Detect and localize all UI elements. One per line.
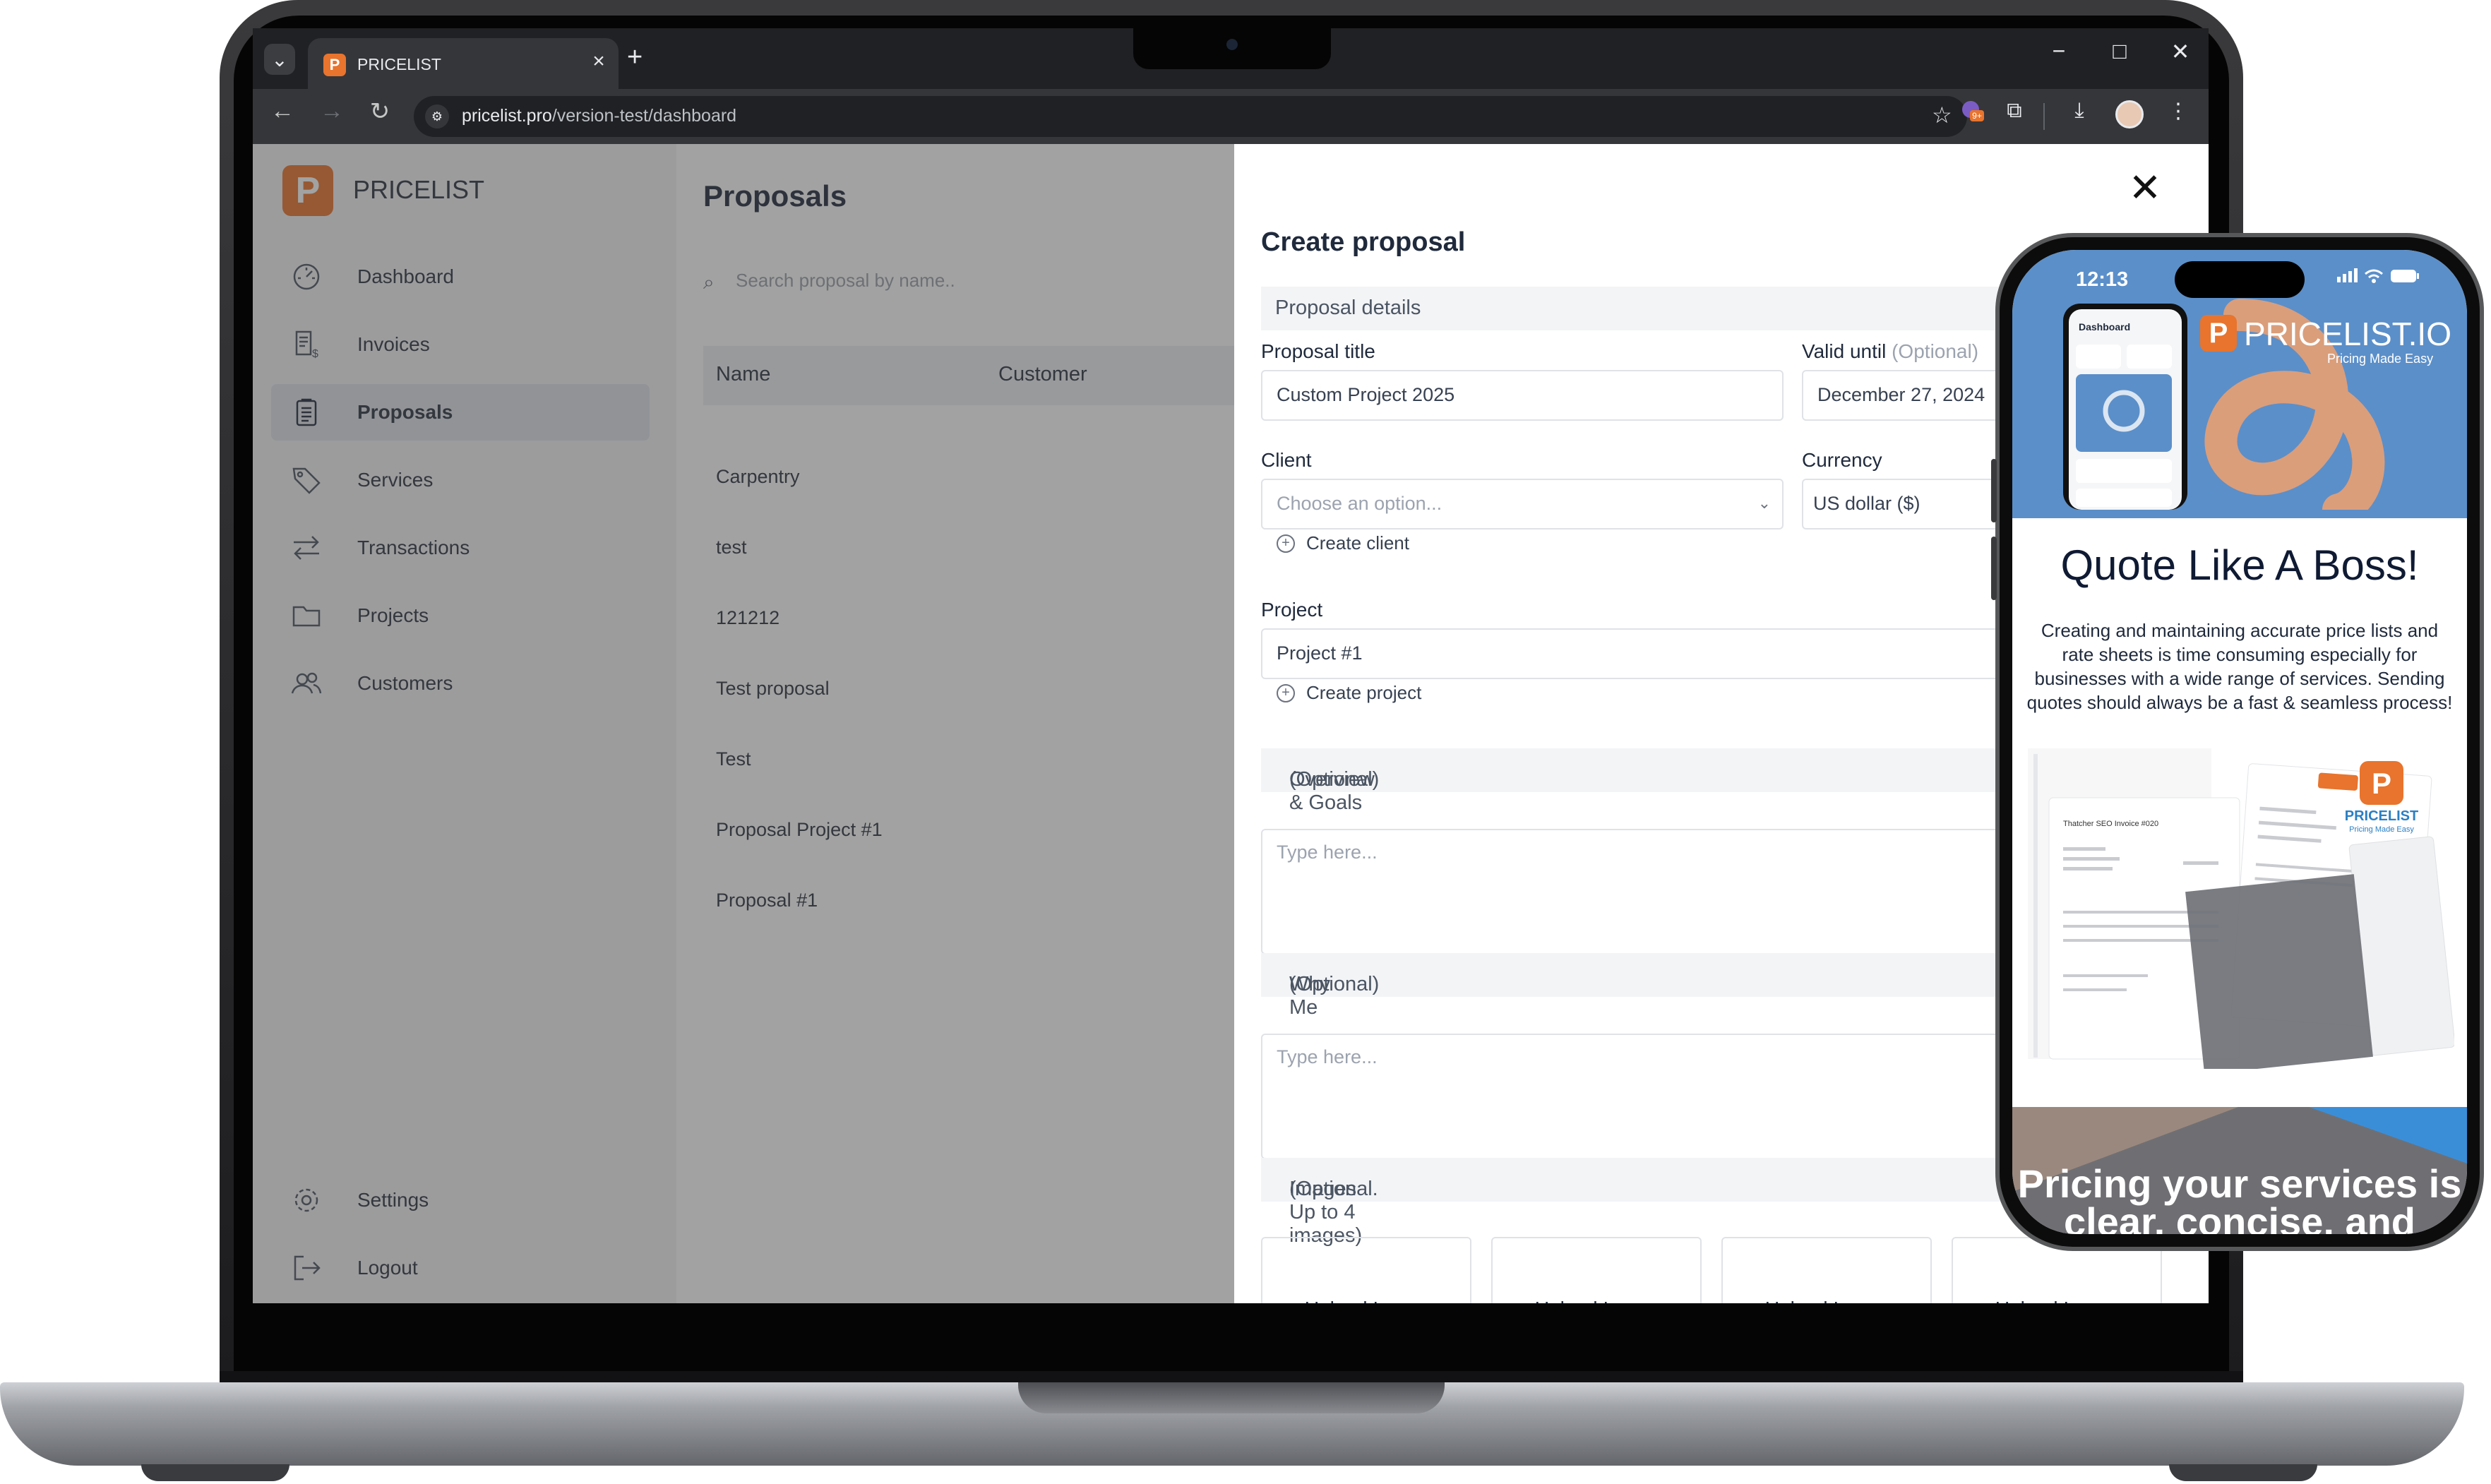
- site-info-icon[interactable]: ⚙: [425, 104, 449, 128]
- client-label: Client: [1261, 449, 1312, 471]
- create-client-link[interactable]: + Create client: [1277, 532, 1409, 554]
- laptop-foot-right: [2169, 1464, 2317, 1481]
- svg-text:Pricing Made Easy: Pricing Made Easy: [2349, 825, 2414, 834]
- pricelist-favicon-icon: P: [323, 54, 346, 76]
- project-label: Project: [1261, 599, 1323, 621]
- svg-text:Thatcher SEO Invoice #020: Thatcher SEO Invoice #020: [2063, 820, 2158, 828]
- svg-text:Dashboard: Dashboard: [2079, 321, 2130, 333]
- address-bar[interactable]: ⚙ pricelist.pro/version-test/dashboard ☆: [414, 96, 1967, 137]
- phone-side-button: [1991, 459, 1997, 522]
- svg-text:P: P: [2372, 767, 2391, 800]
- client-select[interactable]: Choose an option... ⌄: [1261, 479, 1784, 529]
- extension-icon[interactable]: 9+: [1954, 99, 1990, 128]
- currency-label: Currency: [1802, 449, 1882, 471]
- phone-tagline: Pricing Made Easy: [2327, 352, 2434, 366]
- tab-title: PRICELIST: [357, 55, 441, 73]
- svg-text:9+: 9+: [1972, 111, 1982, 121]
- phone-status-time: 12:13: [2076, 268, 2129, 291]
- valid-until-label: Valid until (Optional): [1802, 340, 1979, 362]
- url-text: pricelist.pro/version-test/dashboard: [462, 106, 737, 126]
- proposal-title-input[interactable]: Custom Project 2025: [1261, 370, 1784, 421]
- upload-image-button[interactable]: Upload Image: [1721, 1237, 1932, 1303]
- reload-icon[interactable]: ↻: [360, 97, 400, 126]
- close-icon[interactable]: ✕: [2124, 168, 2166, 210]
- upload-image-button[interactable]: Upload Image: [1491, 1237, 1702, 1303]
- phone-screen: Dashboard P PRICELIST.IO Pricing Made Ea…: [2012, 250, 2467, 1234]
- phone-side-button: [1991, 537, 1997, 600]
- new-tab-button[interactable]: +: [627, 42, 643, 73]
- phone-heading: Quote Like A Boss!: [2060, 541, 2419, 589]
- back-icon[interactable]: ←: [263, 97, 302, 125]
- laptop-screen: ⌄ P PRICELIST × + − □ ✕ ← → ↻ ⚙ pricelis…: [253, 28, 2209, 1303]
- extensions-puzzle-icon[interactable]: ⧉: [1997, 99, 2032, 123]
- bookmark-star-icon[interactable]: ☆: [1932, 102, 1952, 128]
- signal-wifi-battery-icon: [2337, 265, 2422, 292]
- web-page: P PRICELIST Dashboard $ Invoices Proposa…: [253, 144, 2209, 1303]
- laptop-thumb-notch: [1018, 1382, 1445, 1413]
- plus-circle-icon: +: [1277, 534, 1295, 553]
- phone-hero-image: Dashboard P PRICELIST.IO Pricing Made Ea…: [2028, 287, 2454, 510]
- upload-image-button[interactable]: Upload Image: [1261, 1237, 1471, 1303]
- profile-avatar[interactable]: [2115, 100, 2144, 128]
- pricelist-logo: P: [2200, 315, 2237, 352]
- phone-screenshots-collage: Thatcher SEO Invoice #020 P PRICELIST Pr…: [2028, 748, 2456, 1075]
- modal-backdrop[interactable]: [253, 144, 1234, 1303]
- phone-paragraph: Creating and maintaining accurate price …: [2026, 620, 2453, 713]
- chevron-down-icon: ⌄: [1757, 494, 1771, 512]
- tab-close-icon[interactable]: ×: [585, 49, 613, 73]
- forward-icon[interactable]: →: [312, 97, 352, 125]
- phone-banner-text: Pricing your services is clear, concise,…: [2017, 1161, 2462, 1235]
- toolbar-divider: [2043, 103, 2045, 130]
- proposal-title-label: Proposal title: [1261, 340, 1375, 362]
- window-close-button[interactable]: ✕: [2159, 38, 2202, 65]
- laptop-foot-left: [141, 1464, 289, 1481]
- maximize-button[interactable]: □: [2098, 38, 2141, 64]
- camera-icon: [1226, 39, 1238, 50]
- svg-text:PRICELIST: PRICELIST: [2345, 808, 2418, 824]
- browser-menu-icon[interactable]: ⋮: [2161, 99, 2196, 124]
- tab-search-button[interactable]: ⌄: [264, 44, 295, 75]
- plus-circle-icon: +: [1277, 683, 1295, 702]
- create-project-link[interactable]: + Create project: [1277, 682, 1421, 704]
- phone-brand: PRICELIST.IO: [2244, 316, 2451, 352]
- browser-toolbar: ← → ↻ ⚙ pricelist.pro/version-test/dashb…: [253, 89, 2209, 144]
- download-icon[interactable]: ⤓: [2062, 99, 2097, 123]
- dynamic-island: [2175, 261, 2305, 298]
- drawer-title: Create proposal: [1261, 227, 1466, 257]
- minimize-button[interactable]: −: [2038, 38, 2080, 64]
- browser-tab[interactable]: P PRICELIST ×: [308, 38, 619, 89]
